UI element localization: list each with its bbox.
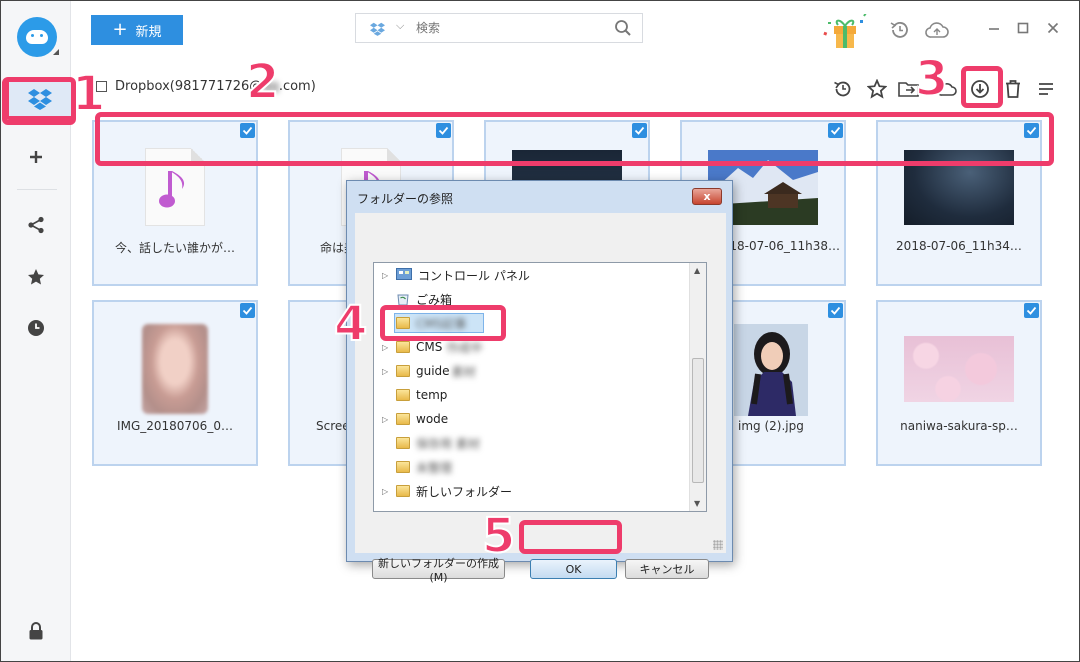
share-icon: [28, 216, 44, 234]
cancel-button[interactable]: キャンセル: [625, 559, 709, 579]
plus-icon: [30, 151, 42, 163]
selected-checkbox[interactable]: [828, 303, 843, 318]
step-1-highlight: [2, 77, 76, 125]
folder-icon: [396, 485, 410, 497]
sidebar-item-add[interactable]: [1, 139, 71, 175]
expand-arrow-icon[interactable]: ▷: [382, 367, 392, 376]
dialog-title: フォルダーの参照: [357, 192, 454, 206]
folder-tree[interactable]: ▷ コントロール パネル ごみ箱 CMS記事 ▷ CMS 作成中 ▷ guide…: [373, 262, 707, 512]
search-box[interactable]: ⌵: [355, 13, 643, 43]
scroll-up-icon[interactable]: ▲: [694, 266, 700, 275]
resize-grip[interactable]: [713, 540, 723, 550]
music-note-icon: [159, 171, 185, 208]
star-outline-icon: [867, 79, 887, 99]
tree-item-temp[interactable]: temp: [374, 383, 447, 407]
new-button-label: 新規: [135, 24, 162, 40]
ok-button[interactable]: OK: [530, 559, 617, 579]
folder-icon: [396, 389, 410, 401]
maximize-button[interactable]: [1013, 18, 1033, 38]
file-name: 今、話したい誰かが…: [114, 241, 235, 255]
step-number-2: 2: [245, 54, 280, 110]
sort-button[interactable]: [1035, 78, 1057, 100]
photo-thumbnail: [142, 324, 208, 414]
close-icon: [1047, 22, 1059, 34]
expand-arrow-icon[interactable]: ▷: [382, 271, 392, 280]
expand-arrow-icon[interactable]: ▷: [382, 343, 392, 352]
portrait-image-thumbnail: [734, 324, 808, 416]
tree-scrollbar[interactable]: ▲ ▼: [689, 263, 706, 511]
cloud-sync-icon[interactable]: [924, 20, 950, 40]
expand-arrow-icon[interactable]: ▷: [382, 487, 392, 496]
sidebar-item-lock[interactable]: [1, 613, 71, 649]
step-3-highlight: [961, 66, 1003, 108]
tree-item-wode[interactable]: ▷ wode: [374, 407, 448, 431]
search-icon[interactable]: [614, 19, 632, 37]
new-button[interactable]: + 新規: [91, 15, 183, 45]
dialog-close-button[interactable]: x: [692, 188, 722, 205]
sidebar-item-starred[interactable]: [1, 259, 71, 295]
close-button[interactable]: [1043, 18, 1063, 38]
file-name: naniwa-sakura-sp…: [900, 419, 1018, 433]
selected-checkbox[interactable]: [1024, 303, 1039, 318]
account-label: Dropbox(981771726@qq.com): [115, 79, 316, 94]
tree-item-blurred-folder[interactable]: 保存用 素材: [374, 431, 480, 455]
file-name: IMG_20180706_0…: [117, 419, 233, 433]
sort-icon: [1039, 83, 1053, 95]
step-number-3: 3: [914, 51, 949, 107]
tree-item-new-folder[interactable]: ▷ 新しいフォルダー: [374, 479, 512, 503]
history-icon: [834, 81, 851, 97]
step-2-highlight: [95, 112, 1054, 166]
scroll-down-icon[interactable]: ▼: [694, 499, 700, 508]
lock-icon: [29, 622, 43, 640]
sidebar-divider: [17, 189, 57, 190]
chevron-down-icon[interactable]: ⌵: [396, 19, 404, 33]
control-panel-icon: [396, 268, 412, 280]
trash-icon: [1006, 80, 1020, 98]
step-number-1: 1: [71, 66, 106, 122]
scroll-thumb[interactable]: [692, 358, 704, 483]
step-4-highlight: [380, 305, 506, 341]
dialog-body: ▷ コントロール パネル ごみ箱 CMS記事 ▷ CMS 作成中 ▷ guide…: [355, 213, 726, 584]
delete-button[interactable]: [1002, 78, 1024, 100]
tree-item-guide[interactable]: ▷ guide 素材: [374, 359, 476, 383]
file-card[interactable]: naniwa-sakura-sp…: [876, 300, 1042, 466]
star-icon: [28, 269, 44, 285]
logo-menu-indicator: [53, 49, 59, 55]
folder-icon: [396, 341, 410, 353]
tree-item-blurred-folder[interactable]: 未整理: [374, 455, 452, 479]
tree-item-control-panel[interactable]: ▷ コントロール パネル: [374, 263, 530, 287]
sidebar-item-recent[interactable]: [1, 310, 71, 346]
history-button[interactable]: [832, 78, 854, 100]
expand-arrow-icon[interactable]: ▷: [382, 415, 392, 424]
sakura-image-thumbnail: [904, 336, 1014, 402]
app-logo[interactable]: [17, 17, 57, 57]
selected-checkbox[interactable]: [240, 303, 255, 318]
gift-icon[interactable]: [820, 14, 868, 50]
folder-icon: [396, 365, 410, 377]
dropbox-icon: [370, 22, 385, 36]
sidebar-item-shared[interactable]: [1, 207, 71, 243]
favorite-button[interactable]: [866, 78, 888, 100]
folder-icon: [396, 461, 410, 473]
file-card[interactable]: IMG_20180706_0…: [92, 300, 258, 466]
step-number-4: 4: [333, 296, 368, 352]
clock-icon: [28, 320, 44, 336]
folder-icon: [396, 437, 410, 449]
folder-icon: [396, 413, 410, 425]
folder-browse-dialog: フォルダーの参照 x ▷ コントロール パネル ごみ箱 CMS記事 ▷ CMS …: [346, 180, 733, 584]
search-input[interactable]: [416, 18, 606, 38]
minimize-button[interactable]: [984, 18, 1004, 38]
plus-icon: +: [112, 19, 128, 40]
minimize-icon: [989, 28, 999, 30]
maximize-icon: [1017, 22, 1029, 34]
history-icon[interactable]: [889, 20, 911, 40]
recycle-bin-icon: [397, 294, 409, 306]
step-5-highlight: [519, 520, 622, 554]
breadcrumb: Dropbox(981771726@qq.com): [96, 79, 316, 94]
file-name: 2018-07-06_11h34…: [896, 239, 1022, 253]
step-number-5: 5: [481, 508, 516, 564]
